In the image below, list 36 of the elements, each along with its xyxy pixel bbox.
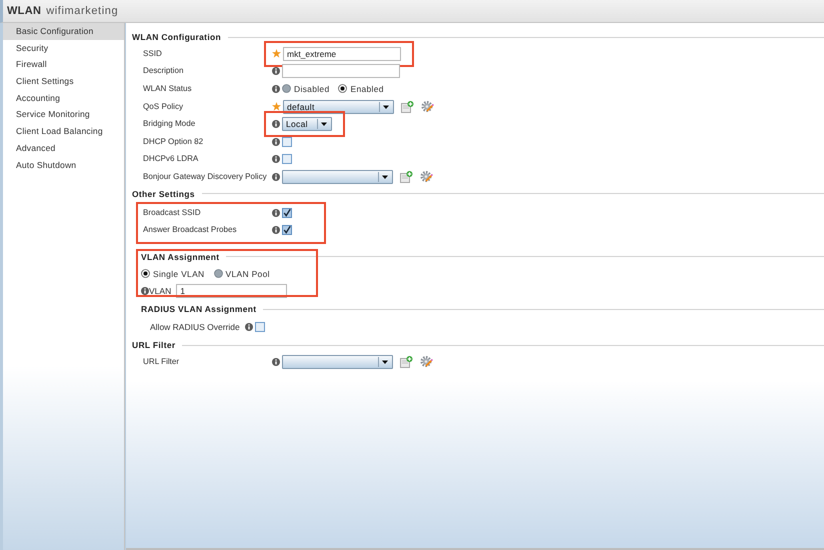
field-label: Allow RADIUS Override (150, 321, 240, 334)
field-label: Bonjour Gateway Discovery Policy (143, 170, 268, 183)
field-label: Bridging Mode (143, 118, 196, 130)
dropdown[interactable]: Local (282, 117, 332, 132)
radio-label: Enabled (350, 84, 384, 94)
sidebar-item[interactable]: Auto Shutdown (3, 156, 124, 174)
sidebar-item[interactable]: Service Monitoring (3, 106, 124, 124)
dropdown[interactable]: default (283, 100, 394, 114)
text-field[interactable]: mkt_extreme (283, 46, 401, 61)
section-title: RADIUS VLAN Assignment (141, 304, 256, 314)
field-label: SSID (143, 48, 163, 60)
sidebar-item[interactable]: Basic Configuration (3, 23, 124, 40)
field-label: Answer Broadcast Probes (143, 224, 238, 236)
field-label: VLAN (149, 285, 172, 298)
radio-label: VLAN Pool (226, 268, 270, 279)
field-label: Description (143, 65, 184, 78)
field-label: URL Filter (143, 356, 180, 368)
section-title: VLAN Assignment (141, 252, 220, 262)
radio-label: Disabled (294, 84, 330, 94)
window-subtitle: wifimarketing (46, 5, 118, 17)
field-label: DHCP Option 82 (143, 136, 204, 148)
field-label: Broadcast SSID (143, 206, 202, 219)
sidebar-item[interactable]: Client Load Balancing (3, 123, 124, 140)
field-label: QoS Policy (143, 100, 184, 113)
field-label: WLAN Status (143, 82, 193, 95)
section-title: Other Settings (132, 188, 195, 199)
window-title: WLAN (7, 5, 42, 17)
section-title: WLAN Configuration (132, 32, 221, 42)
radio-label: Single VLAN (153, 268, 204, 279)
sidebar-item[interactable]: Advanced (3, 140, 124, 156)
section-title: URL Filter (132, 340, 176, 350)
field-label: DHCPv6 LDRA (143, 153, 200, 166)
sidebar-item[interactable]: Security (3, 40, 124, 56)
sidebar-item[interactable]: Client Settings (3, 73, 124, 90)
sidebar-item[interactable]: Firewall (3, 56, 124, 74)
sidebar-item[interactable]: Accounting (3, 90, 124, 106)
